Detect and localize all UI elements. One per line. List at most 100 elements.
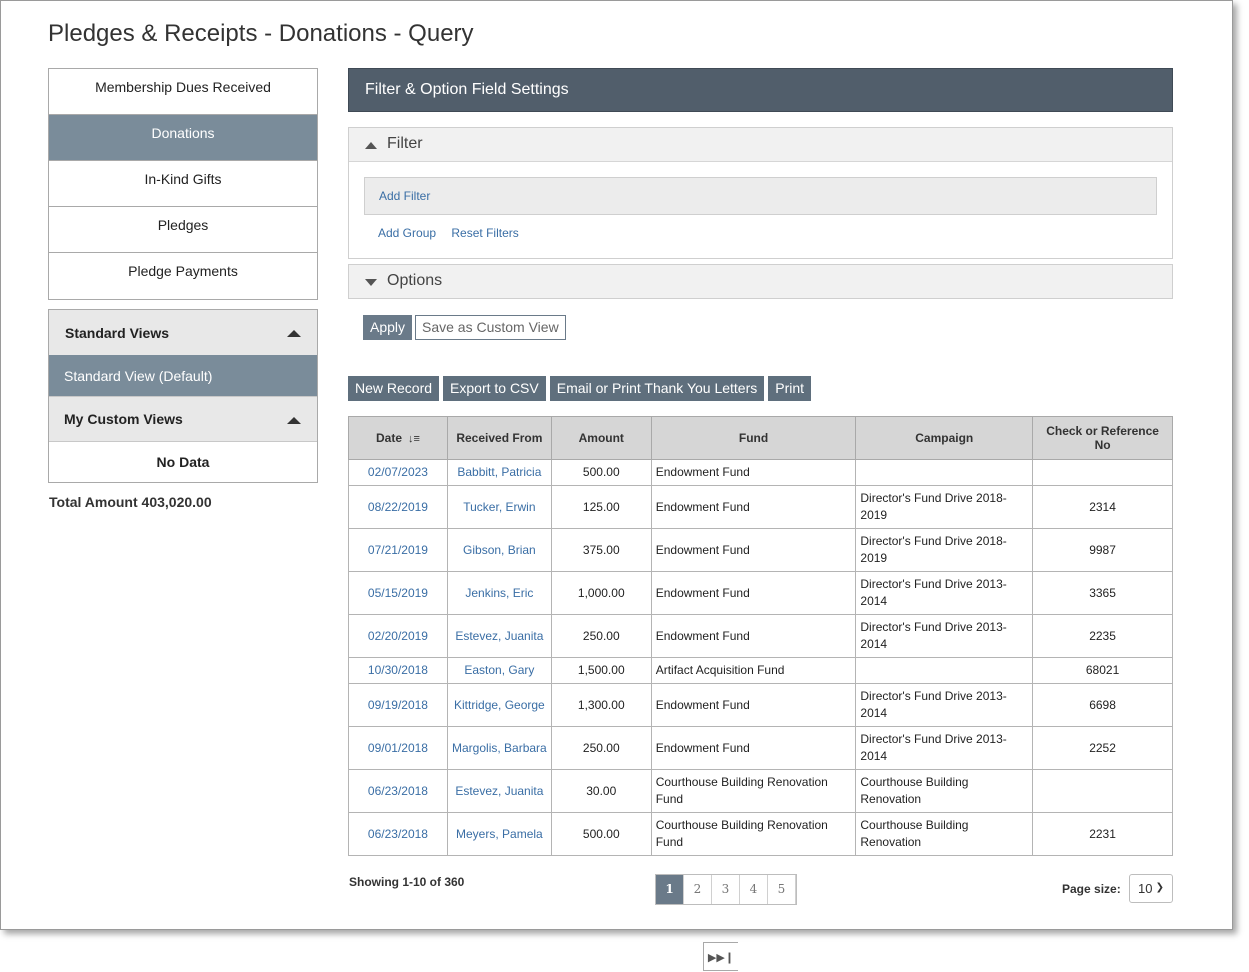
table-row[interactable]: 06/23/2018 Estevez, Juanita 30.00 Courthous… <box>348 769 1173 813</box>
campaign-cell: Director's Fund Drive 2013-2014 <box>855 726 1034 770</box>
campaign-cell: Director's Fund Drive 2013-2014 <box>855 683 1034 727</box>
amount-cell: 30.00 <box>550 769 652 813</box>
column-header-received-from[interactable]: Received From <box>446 416 552 460</box>
table-row[interactable]: 10/30/2018 Easton, Gary 1,500.00 Artifact A… <box>348 657 1173 684</box>
received-from-link[interactable]: Tucker, Erwin <box>463 500 535 514</box>
campaign-cell <box>855 657 1034 684</box>
page-2-button[interactable]: 2 <box>684 875 712 904</box>
fund-cell: Endowment Fund <box>650 614 857 658</box>
page-3-button[interactable]: 3 <box>712 875 740 904</box>
collapse-up-icon[interactable] <box>287 417 301 424</box>
table-row[interactable]: 09/01/2018 Margolis, Barbara 250.00 Endowme… <box>348 726 1173 770</box>
standard-views-header[interactable]: Standard Views <box>49 310 317 355</box>
page-1-button[interactable]: 1 <box>656 875 684 904</box>
table-row[interactable]: 02/20/2019 Estevez, Juanita 250.00 Endowmen… <box>348 614 1173 658</box>
standard-view-default[interactable]: Standard View (Default) <box>49 355 317 396</box>
table-row[interactable]: 08/22/2019 Tucker, Erwin 125.00 Endowment F… <box>348 485 1173 529</box>
new-record-button[interactable]: New Record <box>348 376 440 401</box>
column-header-date[interactable]: Date ↓≡ <box>348 416 448 460</box>
date-link[interactable]: 06/23/2018 <box>368 784 428 798</box>
reference-cell: 6698 <box>1032 683 1173 727</box>
column-header-reference[interactable]: Check or Reference No <box>1032 416 1173 460</box>
filter-panel: Filter Add Filter Add Group Reset Filter… <box>348 127 1173 259</box>
campaign-cell: Director's Fund Drive 2018-2019 <box>860 491 1007 522</box>
received-from-link[interactable]: Babbitt, Patricia <box>457 465 541 479</box>
received-from-cell: Easton, Gary <box>446 657 552 684</box>
print-button[interactable]: Print <box>768 376 812 401</box>
campaign-cell: Courthouse Building Renovation <box>860 818 969 849</box>
reset-filters-link[interactable]: Reset Filters <box>451 226 518 240</box>
reference-cell: 2252 <box>1089 740 1116 755</box>
total-amount: Total Amount 403,020.00 <box>49 494 212 510</box>
received-from-link[interactable]: Estevez, Juanita <box>455 629 543 643</box>
date-link[interactable]: 02/20/2019 <box>368 629 428 643</box>
amount-cell: 250.00 <box>550 614 652 658</box>
date-link[interactable]: 06/23/2018 <box>368 827 428 841</box>
received-from-link[interactable]: Kittridge, George <box>454 698 545 712</box>
date-link[interactable]: 09/01/2018 <box>368 741 428 755</box>
received-from-link[interactable]: Easton, Gary <box>464 663 534 677</box>
collapse-up-icon[interactable] <box>287 330 301 337</box>
filter-section-header[interactable]: Filter <box>349 128 1172 162</box>
date-link[interactable]: 02/07/2023 <box>368 465 428 479</box>
date-link[interactable]: 05/15/2019 <box>368 586 428 600</box>
date-link[interactable]: 10/30/2018 <box>368 663 428 677</box>
page-size-select[interactable]: 10 ❯ <box>1129 874 1173 903</box>
received-from-cell: Estevez, Juanita <box>446 769 552 813</box>
date-cell: 02/20/2019 <box>348 614 448 658</box>
export-csv-button[interactable]: Export to CSV <box>443 376 546 401</box>
nav-item-pledges[interactable]: Pledges <box>49 207 317 253</box>
received-from-link[interactable]: Estevez, Juanita <box>455 784 543 798</box>
page-5-button[interactable]: 5 <box>768 875 796 904</box>
fund-cell: Endowment Fund <box>650 485 857 529</box>
date-link[interactable]: 09/19/2018 <box>368 698 428 712</box>
amount-cell: 375.00 <box>582 542 620 557</box>
nav-item-donations[interactable]: Donations <box>49 115 317 161</box>
last-page-icon[interactable]: ▶▶❙ <box>703 942 738 971</box>
fund-cell: Artifact Acquisition Fund <box>650 657 857 684</box>
sort-descending-icon[interactable]: ↓≡ <box>408 433 420 445</box>
options-panel: Options <box>348 264 1173 299</box>
date-link[interactable]: 08/22/2019 <box>368 500 428 514</box>
add-filter-link[interactable]: Add Filter <box>379 189 430 203</box>
reference-cell: 2314 <box>1089 499 1116 514</box>
column-header-fund[interactable]: Fund <box>650 416 857 460</box>
amount-cell: 1,000.00 <box>577 585 625 600</box>
nav-item-in-kind-gifts[interactable]: In-Kind Gifts <box>49 161 317 207</box>
table-row[interactable]: 09/19/2018 Kittridge, George 1,300.00 Endow… <box>348 683 1173 727</box>
table-row[interactable]: 06/23/2018 Meyers, Pamela 500.00 Courthouse… <box>348 812 1173 856</box>
column-header-amount[interactable]: Amount <box>550 416 652 460</box>
reference-cell: 3365 <box>1032 571 1173 615</box>
options-section-header[interactable]: Options <box>349 265 1172 298</box>
nav-item-membership-dues[interactable]: Membership Dues Received <box>49 69 317 115</box>
received-from-link[interactable]: Jenkins, Eric <box>465 586 533 600</box>
apply-button[interactable]: Apply <box>363 315 413 340</box>
donations-table: Date ↓≡ Received From Amount Fund Campaig… <box>348 416 1173 856</box>
table-row[interactable]: 05/15/2019 Jenkins, Eric 1,000.00 Endowment… <box>348 571 1173 615</box>
table-row[interactable]: 07/21/2019 Gibson, Brian 375.00 Endowment F… <box>348 528 1173 572</box>
standard-views-label: Standard Views <box>65 325 170 341</box>
table-header-row: Date ↓≡ Received From Amount Fund Campaig… <box>348 416 1173 460</box>
custom-views-header[interactable]: My Custom Views <box>49 396 317 441</box>
add-group-link[interactable]: Add Group <box>378 226 436 240</box>
amount-cell: 250.00 <box>582 628 620 643</box>
reference-cell: 6698 <box>1089 697 1116 712</box>
received-from-link[interactable]: Meyers, Pamela <box>456 827 543 841</box>
table-row[interactable]: 02/07/2023 Babbitt, Patricia 500.00 Endowme… <box>348 459 1173 486</box>
amount-cell: 1,300.00 <box>550 683 652 727</box>
page-4-button[interactable]: 4 <box>740 875 768 904</box>
date-cell: 06/23/2018 <box>348 812 448 856</box>
received-from-cell: Tucker, Erwin <box>446 485 552 529</box>
email-print-letters-button[interactable]: Email or Print Thank You Letters <box>549 376 765 401</box>
campaign-cell: Courthouse Building Renovation <box>855 812 1034 856</box>
received-from-link[interactable]: Gibson, Brian <box>463 543 536 557</box>
date-link[interactable]: 07/21/2019 <box>368 543 428 557</box>
campaign-cell: Director's Fund Drive 2018-2019 <box>855 485 1034 529</box>
reference-cell: 68021 <box>1085 663 1120 677</box>
received-from-link[interactable]: Margolis, Barbara <box>452 741 547 755</box>
column-header-campaign[interactable]: Campaign <box>855 416 1034 460</box>
amount-cell: 125.00 <box>582 499 620 514</box>
nav-item-pledge-payments[interactable]: Pledge Payments <box>49 253 317 299</box>
save-custom-view-button[interactable]: Save as Custom View <box>415 315 566 340</box>
amount-cell: 1,000.00 <box>550 571 652 615</box>
